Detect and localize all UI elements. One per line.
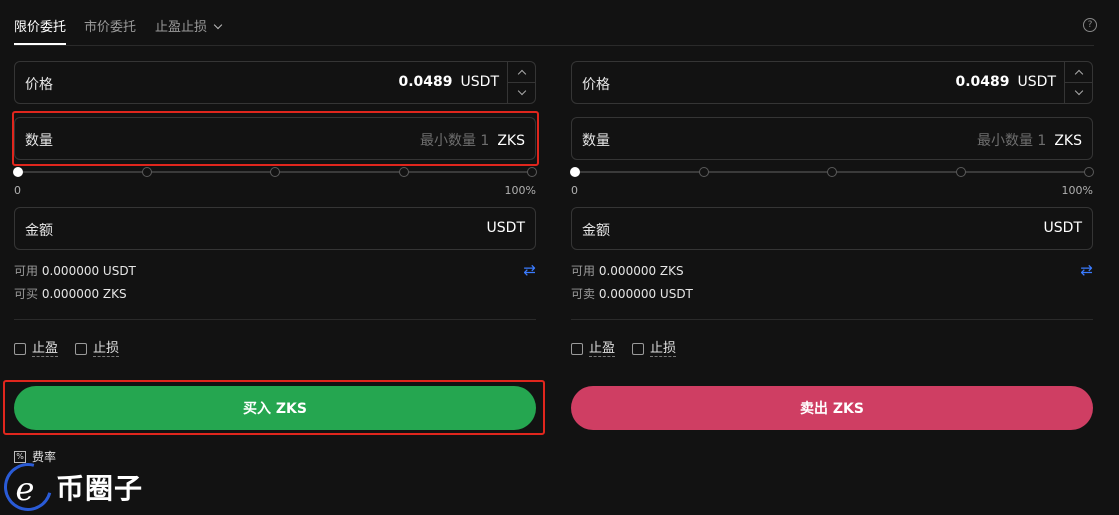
slider-mark-50[interactable] [827, 167, 837, 177]
buy-available: 可用 0.000000 USDT [14, 262, 136, 279]
sell-amount-field[interactable]: 数量 最小数量 1 ZKS [571, 117, 1093, 160]
watermark-emblem-icon: e [0, 454, 61, 515]
buy-available-value: 0.000000 USDT [41, 264, 136, 278]
sell-price-label: 价格 [582, 77, 610, 93]
buy-amount-input-group: 最小数量 1 ZKS [420, 130, 525, 150]
buy-total-unit-wrap: USDT [487, 220, 525, 236]
buy-stop-loss-checkbox[interactable]: 止损 [75, 341, 120, 357]
chevron-down-icon [517, 86, 526, 95]
sell-price-value[interactable]: 0.0489 [956, 74, 1010, 90]
buy-price-unit: USDT [460, 74, 499, 90]
buy-max-value: 0.000000 ZKS [41, 287, 127, 301]
sell-total-label: 金额 [582, 223, 610, 239]
sell-price-unit: USDT [1017, 74, 1056, 90]
buy-price-label: 价格 [25, 77, 53, 93]
buy-available-label: 可用 [14, 264, 39, 278]
slider-mark-75[interactable] [398, 167, 409, 177]
slider-handle[interactable] [570, 167, 580, 177]
sell-stop-loss-label: 止损 [650, 341, 677, 357]
buy-price-value-group: 0.0489 USDT [399, 74, 500, 90]
sell-price-field[interactable]: 价格 0.0489 USDT [571, 61, 1093, 104]
transfer-swap-icon[interactable]: ⇄ [523, 261, 536, 279]
slider-mark-75[interactable] [955, 167, 966, 177]
buy-amount-field[interactable]: 数量 最小数量 1 ZKS [14, 117, 536, 160]
chevron-up-icon [1074, 69, 1083, 79]
sell-price-value-group: 0.0489 USDT [956, 74, 1057, 90]
buy-amount-placeholder[interactable]: 最小数量 1 [420, 133, 489, 149]
sell-amount-unit: ZKS [1054, 133, 1082, 149]
buy-price-stepper [507, 62, 535, 103]
watermark-text: 币圈子 [56, 472, 144, 505]
slider-max-label: 100% [1061, 184, 1093, 197]
transfer-swap-icon[interactable]: ⇄ [1080, 261, 1093, 279]
checkbox-box [571, 343, 583, 355]
sell-total-unit-wrap: USDT [1044, 220, 1082, 236]
buy-total-unit: USDT [486, 220, 525, 236]
buy-amount-unit: ZKS [497, 133, 525, 149]
checkbox-box [75, 343, 87, 355]
percent-icon: % [14, 450, 26, 463]
slider-max-label: 100% [504, 184, 536, 197]
sell-panel: 价格 0.0489 USDT 数量 最小数量 1 ZKS 0 100% 金额 USD… [570, 0, 1094, 515]
sell-stop-loss-checkbox[interactable]: 止损 [632, 341, 677, 357]
buy-price-value[interactable]: 0.0489 [399, 74, 453, 90]
buy-button[interactable]: 买入 ZKS [14, 386, 536, 430]
sell-available-value: 0.000000 ZKS [598, 264, 684, 278]
sell-max-value: 0.000000 USDT [598, 287, 693, 301]
buy-panel: 价格 0.0489 USDT 数量 最小数量 1 ZKS 0 100% 金额 USD… [13, 0, 537, 515]
buy-amount-label: 数量 [25, 133, 53, 149]
slider-mark-100[interactable] [527, 167, 537, 177]
buy-take-profit-checkbox[interactable]: 止盈 [14, 341, 59, 357]
slider-handle[interactable] [13, 167, 23, 177]
chevron-down-icon [1074, 86, 1083, 95]
buy-total-field[interactable]: 金额 USDT [14, 207, 536, 250]
buy-price-increment[interactable] [508, 62, 535, 82]
slider-mark-50[interactable] [270, 167, 280, 177]
slider-mark-25[interactable] [141, 167, 152, 177]
slider-mark-100[interactable] [1084, 167, 1094, 177]
checkbox-box [14, 343, 26, 355]
sell-take-profit-label: 止盈 [589, 341, 616, 357]
sell-amount-placeholder[interactable]: 最小数量 1 [977, 133, 1046, 149]
sell-amount-slider[interactable] [570, 166, 1094, 178]
chevron-up-icon [517, 69, 526, 79]
buy-stop-loss-label: 止损 [93, 341, 120, 357]
sell-total-field[interactable]: 金额 USDT [571, 207, 1093, 250]
sell-button[interactable]: 卖出 ZKS [571, 386, 1093, 430]
buy-max: 可买 0.000000 ZKS [14, 285, 127, 302]
sell-available: 可用 0.000000 ZKS [571, 262, 684, 279]
sell-price-stepper [1064, 62, 1092, 103]
slider-mark-25[interactable] [698, 167, 709, 177]
sell-price-decrement[interactable] [1065, 82, 1092, 102]
sell-amount-label: 数量 [582, 133, 610, 149]
buy-total-label: 金额 [25, 223, 53, 239]
sell-price-increment[interactable] [1065, 62, 1092, 82]
sell-amount-input-group: 最小数量 1 ZKS [977, 130, 1082, 150]
divider [571, 319, 1093, 320]
buy-max-label: 可买 [14, 287, 39, 301]
sell-max: 可卖 0.000000 USDT [571, 285, 693, 302]
buy-amount-slider[interactable] [13, 166, 537, 178]
slider-min-label: 0 [14, 184, 21, 197]
divider [14, 319, 536, 320]
watermark-logo: e 币圈子 [0, 454, 164, 515]
sell-max-label: 可卖 [571, 287, 596, 301]
sell-take-profit-checkbox[interactable]: 止盈 [571, 341, 616, 357]
sell-available-label: 可用 [571, 264, 596, 278]
buy-take-profit-label: 止盈 [32, 341, 59, 357]
buy-price-field[interactable]: 价格 0.0489 USDT [14, 61, 536, 104]
slider-min-label: 0 [571, 184, 578, 197]
buy-price-decrement[interactable] [508, 82, 535, 102]
sell-total-unit: USDT [1043, 220, 1082, 236]
checkbox-box [632, 343, 644, 355]
